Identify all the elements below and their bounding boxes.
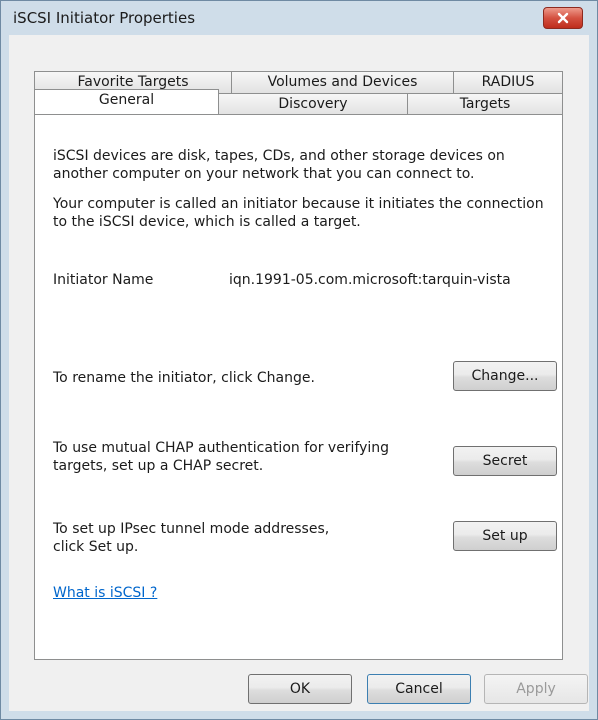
initiator-name-label: Initiator Name: [53, 272, 154, 288]
chap-instruction: To use mutual CHAP authentication for ve…: [53, 440, 390, 474]
window-title: iSCSI Initiator Properties: [13, 9, 196, 27]
close-icon: [557, 12, 569, 24]
tab-radius[interactable]: RADIUS: [453, 71, 563, 93]
tab-discovery[interactable]: Discovery: [218, 93, 408, 115]
intro-paragraph-2: Your computer is called an initiator bec…: [53, 196, 544, 230]
intro-paragraph-1: iSCSI devices are disk, tapes, CDs, and …: [53, 148, 505, 182]
general-tab-panel: iSCSI devices are disk, tapes, CDs, and …: [34, 114, 563, 660]
setup-button[interactable]: Set up: [453, 521, 557, 551]
dialog-window: iSCSI Initiator Properties Favorite Targ…: [0, 0, 598, 720]
cancel-button[interactable]: Cancel: [367, 674, 471, 704]
what-is-iscsi-link[interactable]: What is iSCSI ?: [53, 584, 157, 602]
apply-button[interactable]: Apply: [484, 674, 588, 704]
initiator-name-value: iqn.1991-05.com.microsoft:tarquin-vista: [229, 272, 511, 288]
ok-button[interactable]: OK: [248, 674, 352, 704]
rename-instruction: To rename the initiator, click Change.: [53, 370, 315, 386]
close-button[interactable]: [543, 7, 583, 29]
tab-volumes-and-devices[interactable]: Volumes and Devices: [231, 71, 454, 93]
tab-general[interactable]: General: [34, 89, 219, 114]
ipsec-instruction: To set up IPsec tunnel mode addresses, c…: [53, 521, 330, 555]
title-bar[interactable]: iSCSI Initiator Properties: [1, 1, 597, 35]
tab-targets[interactable]: Targets: [407, 93, 563, 115]
change-button[interactable]: Change...: [453, 361, 557, 391]
secret-button[interactable]: Secret: [453, 446, 557, 476]
